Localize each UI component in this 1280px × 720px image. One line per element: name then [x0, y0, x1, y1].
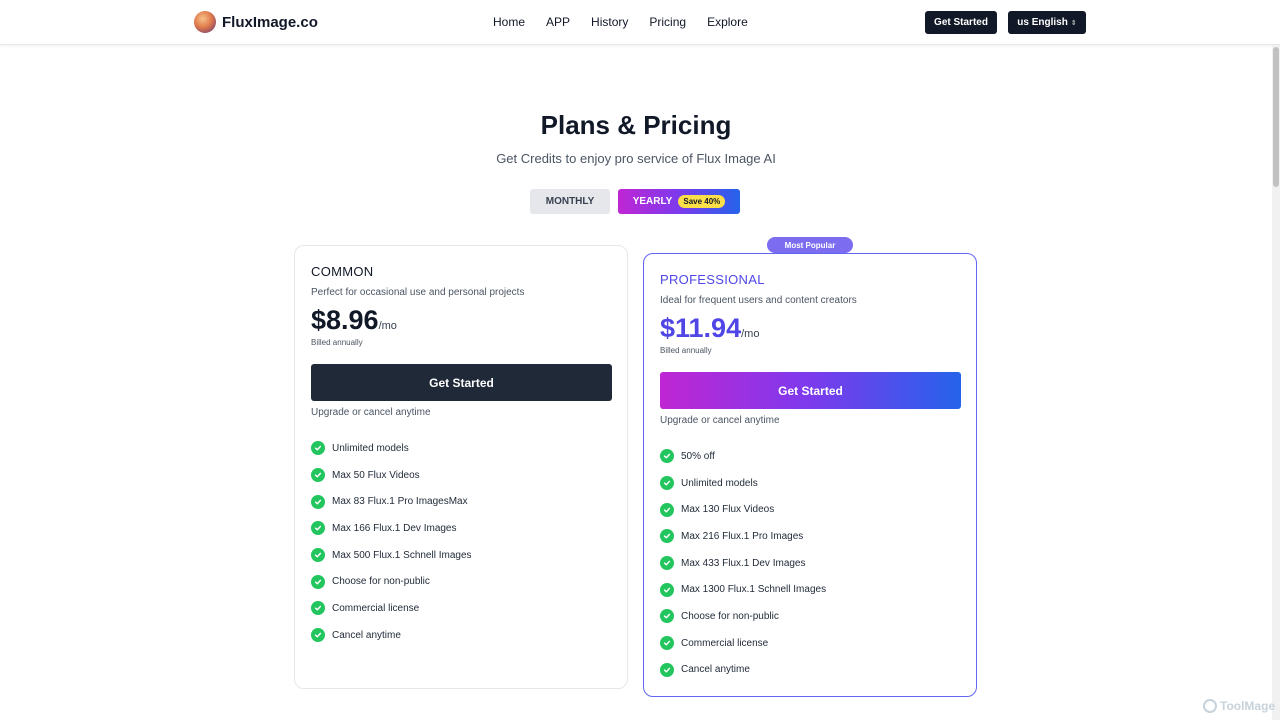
nav-history[interactable]: History: [591, 15, 628, 29]
feature-item: Max 130 Flux Videos: [660, 496, 826, 523]
feature-label: Max 1300 Flux.1 Schnell Images: [681, 584, 827, 596]
feature-item: Cancel anytime: [311, 622, 472, 649]
feature-label: Max 130 Flux Videos: [681, 504, 775, 516]
plan-description: Ideal for frequent users and content cre…: [660, 295, 857, 306]
watermark-logo-icon: [1203, 699, 1217, 713]
check-circle-icon: [311, 601, 325, 616]
billing-note: Billed annually: [311, 338, 363, 347]
price-period: /mo: [378, 320, 397, 332]
feature-item: Max 500 Flux.1 Schnell Images: [311, 542, 472, 569]
price-row: $11.94 /mo: [660, 313, 759, 344]
feature-label: Choose for non-public: [681, 610, 779, 622]
upgrade-note: Upgrade or cancel anytime: [660, 415, 780, 426]
check-circle-icon: [311, 548, 325, 563]
save-badge: Save 40%: [678, 195, 726, 208]
check-circle-icon: [660, 476, 674, 491]
professional-get-started-button[interactable]: Get Started: [660, 372, 961, 409]
feature-label: Unlimited models: [332, 442, 409, 454]
monthly-toggle-button[interactable]: MONTHLY: [530, 189, 610, 214]
brand-name: FluxImage.co: [222, 13, 318, 31]
check-circle-icon: [660, 449, 674, 464]
nav-app[interactable]: APP: [546, 15, 570, 29]
chevron-updown-icon: ⇕: [1070, 19, 1077, 27]
page-subtitle: Get Credits to enjoy pro service of Flux…: [496, 151, 776, 166]
feature-item: Max 166 Flux.1 Dev Images: [311, 515, 472, 542]
feature-label: Max 216 Flux.1 Pro Images: [681, 530, 804, 542]
check-circle-icon: [311, 468, 325, 483]
brand-logo[interactable]: FluxImage.co: [194, 11, 318, 33]
top-navbar: FluxImage.co Home APP History Pricing Ex…: [0, 0, 1280, 45]
feature-item: Unlimited models: [311, 435, 472, 462]
check-circle-icon: [660, 636, 674, 651]
feature-item: Cancel anytime: [660, 657, 826, 684]
nav-explore[interactable]: Explore: [707, 15, 748, 29]
header-get-started-button[interactable]: Get Started: [925, 11, 997, 34]
price-period: /mo: [741, 328, 760, 340]
check-circle-icon: [311, 441, 325, 456]
plan-name: COMMON: [311, 264, 374, 279]
plan-price: $11.94: [660, 313, 742, 343]
feature-item: Unlimited models: [660, 470, 826, 497]
nav-pricing[interactable]: Pricing: [649, 15, 686, 29]
check-circle-icon: [311, 521, 325, 536]
feature-label: Choose for non-public: [332, 576, 430, 588]
feature-item: Commercial license: [311, 595, 472, 622]
check-circle-icon: [660, 582, 674, 597]
check-circle-icon: [660, 662, 674, 677]
upgrade-note: Upgrade or cancel anytime: [311, 407, 431, 418]
most-popular-badge: Most Popular: [767, 237, 853, 253]
feature-label: Max 166 Flux.1 Dev Images: [332, 522, 457, 534]
plan-card-professional: PROFESSIONAL Ideal for frequent users an…: [643, 253, 977, 697]
plan-price: $8.96: [311, 305, 379, 335]
page-title: Plans & Pricing: [540, 110, 732, 140]
plan-description: Perfect for occasional use and personal …: [311, 287, 525, 298]
feature-item: 50% off: [660, 443, 826, 470]
check-circle-icon: [311, 494, 325, 509]
check-circle-icon: [311, 628, 325, 643]
page-scrollbar[interactable]: [1272, 45, 1280, 720]
watermark-text: ToolMage: [1220, 699, 1276, 713]
logo-image: [194, 11, 216, 33]
feature-item: Max 216 Flux.1 Pro Images: [660, 523, 826, 550]
feature-label: Commercial license: [332, 602, 420, 614]
language-selector[interactable]: us English ⇕: [1008, 11, 1086, 34]
plan-card-common: COMMON Perfect for occasional use and pe…: [294, 245, 628, 689]
check-circle-icon: [660, 556, 674, 571]
check-circle-icon: [660, 609, 674, 624]
feature-label: Max 83 Flux.1 Pro ImagesMax: [332, 496, 468, 508]
feature-item: Max 50 Flux Videos: [311, 462, 472, 489]
toolmage-watermark: ToolMage: [1203, 699, 1275, 713]
common-get-started-button[interactable]: Get Started: [311, 364, 612, 401]
check-circle-icon: [660, 502, 674, 517]
check-circle-icon: [311, 574, 325, 589]
feature-item: Choose for non-public: [311, 568, 472, 595]
check-circle-icon: [660, 529, 674, 544]
feature-item: Commercial license: [660, 630, 826, 657]
scrollbar-thumb[interactable]: [1273, 47, 1279, 187]
nav-home[interactable]: Home: [493, 15, 525, 29]
price-row: $8.96 /mo: [311, 305, 397, 336]
language-label: us English: [1017, 17, 1068, 28]
yearly-label: YEARLY: [632, 196, 673, 207]
feature-label: Max 50 Flux Videos: [332, 469, 420, 481]
plan-name: PROFESSIONAL: [660, 272, 765, 287]
billing-note: Billed annually: [660, 346, 712, 355]
feature-item: Choose for non-public: [660, 603, 826, 630]
feature-item: Max 1300 Flux.1 Schnell Images: [660, 576, 826, 603]
main-nav: Home APP History Pricing Explore: [493, 15, 769, 29]
feature-label: Max 433 Flux.1 Dev Images: [681, 557, 806, 569]
feature-label: Max 500 Flux.1 Schnell Images: [332, 549, 472, 561]
feature-item: Max 433 Flux.1 Dev Images: [660, 550, 826, 577]
feature-label: Cancel anytime: [681, 664, 750, 676]
feature-item: Max 83 Flux.1 Pro ImagesMax: [311, 488, 472, 515]
yearly-toggle-button[interactable]: YEARLY Save 40%: [618, 189, 740, 214]
feature-label: Unlimited models: [681, 477, 758, 489]
feature-label: Cancel anytime: [332, 629, 401, 641]
feature-label: Commercial license: [681, 637, 769, 649]
feature-list: Unlimited models Max 50 Flux Videos Max 83…: [311, 435, 472, 649]
feature-label: 50% off: [681, 450, 715, 462]
feature-list: 50% off Unlimited models Max 130 Flux Vide…: [660, 443, 826, 683]
